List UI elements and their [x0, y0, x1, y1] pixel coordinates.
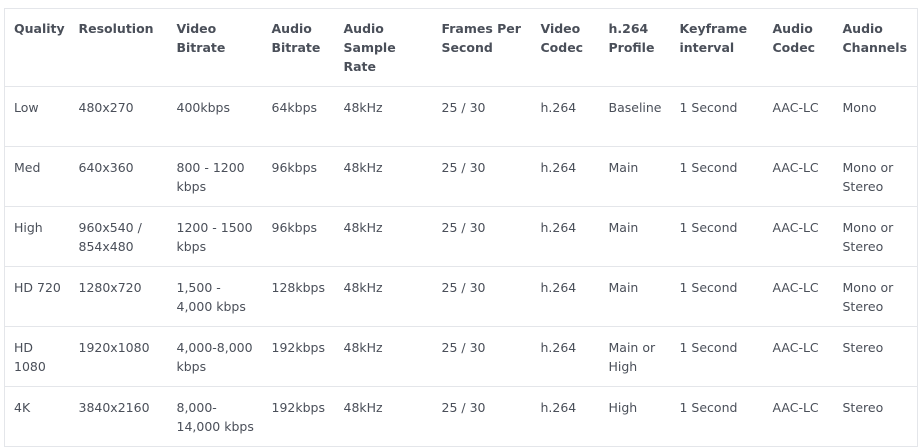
cell-audio-sample-rate: 48kHz: [334, 266, 433, 327]
cell-audio-bitrate: 96kbps: [262, 146, 335, 207]
cell-video-codec: h.264: [531, 146, 600, 207]
table-row: 4K 3840x2160 8,000- 14,000 kbps 192kbps 48kH…: [4, 386, 918, 447]
cell-frames-per-second: 25 / 30: [432, 386, 532, 447]
cell-quality: Med: [4, 146, 70, 207]
cell-h264-profile: Main or High: [599, 326, 671, 387]
cell-audio-channels: Mono or Stereo: [833, 206, 918, 267]
cell-video-bitrate: 8,000- 14,000 kbps: [167, 386, 263, 447]
column-header-video-bitrate: Video Bitrate: [167, 8, 263, 87]
cell-video-bitrate: 400kbps: [167, 86, 263, 147]
cell-audio-bitrate: 96kbps: [262, 206, 335, 267]
cell-keyframe-interval: 1 Second: [670, 206, 764, 267]
column-header-audio-codec: Audio Codec: [763, 8, 834, 87]
table-row: HD 1080 1920x1080 4,000-8,000 kbps 192kbps 4…: [4, 326, 918, 387]
column-header-frames-per-second: Frames Per Second: [432, 8, 532, 87]
cell-frames-per-second: 25 / 30: [432, 146, 532, 207]
cell-resolution: 960x540 / 854x480: [69, 206, 168, 267]
column-header-resolution: Resolution: [69, 8, 168, 87]
table-body: Low 480x270 400kbps 64kbps 48kHz 25 / 30 h.264…: [4, 86, 918, 447]
column-header-audio-channels: Audio Channels: [833, 8, 918, 87]
table-wrapper: Quality Resolution Video Bitrate Audio B…: [4, 8, 918, 447]
cell-audio-sample-rate: 48kHz: [334, 146, 433, 207]
cell-audio-bitrate: 192kbps: [262, 386, 335, 447]
cell-audio-bitrate: 64kbps: [262, 86, 335, 147]
cell-audio-codec: AAC-LC: [763, 266, 834, 327]
cell-resolution: 1920x1080: [69, 326, 168, 387]
cell-resolution: 3840x2160: [69, 386, 168, 447]
cell-h264-profile: Main: [599, 146, 671, 207]
cell-video-bitrate: 1,500 - 4,000 kbps: [167, 266, 263, 327]
cell-video-codec: h.264: [531, 326, 600, 387]
cell-audio-sample-rate: 48kHz: [334, 206, 433, 267]
header-row: Quality Resolution Video Bitrate Audio B…: [4, 8, 918, 87]
column-header-audio-bitrate: Audio Bitrate: [262, 8, 335, 87]
cell-video-codec: h.264: [531, 206, 600, 267]
cell-quality: HD 1080: [4, 326, 70, 387]
cell-video-codec: h.264: [531, 266, 600, 327]
cell-resolution: 640x360: [69, 146, 168, 207]
cell-quality: 4K: [4, 386, 70, 447]
cell-audio-bitrate: 128kbps: [262, 266, 335, 327]
cell-quality: Low: [4, 86, 70, 147]
cell-quality: High: [4, 206, 70, 267]
cell-keyframe-interval: 1 Second: [670, 146, 764, 207]
table-row: Low 480x270 400kbps 64kbps 48kHz 25 / 30 h.264…: [4, 86, 918, 147]
cell-frames-per-second: 25 / 30: [432, 266, 532, 327]
cell-resolution: 1280x720: [69, 266, 168, 327]
cell-audio-channels: Mono: [833, 86, 918, 147]
column-header-keyframe-interval: Keyframe interval: [670, 8, 764, 87]
cell-keyframe-interval: 1 Second: [670, 326, 764, 387]
cell-keyframe-interval: 1 Second: [670, 386, 764, 447]
cell-resolution: 480x270: [69, 86, 168, 147]
table-row: Med 640x360 800 - 1200 kbps 96kbps 48kHz 25 /…: [4, 146, 918, 207]
cell-audio-codec: AAC-LC: [763, 86, 834, 147]
column-header-quality: Quality: [4, 8, 70, 87]
cell-video-codec: h.264: [531, 86, 600, 147]
cell-frames-per-second: 25 / 30: [432, 206, 532, 267]
cell-h264-profile: Main: [599, 206, 671, 267]
cell-audio-sample-rate: 48kHz: [334, 386, 433, 447]
column-header-h264-profile: h.264 Profile: [599, 8, 671, 87]
column-header-audio-sample-rate: Audio Sample Rate: [334, 8, 433, 87]
cell-keyframe-interval: 1 Second: [670, 266, 764, 327]
cell-video-codec: h.264: [531, 386, 600, 447]
cell-h264-profile: Main: [599, 266, 671, 327]
cell-frames-per-second: 25 / 30: [432, 86, 532, 147]
cell-audio-channels: Stereo: [833, 326, 918, 387]
cell-audio-channels: Mono or Stereo: [833, 266, 918, 327]
cell-audio-sample-rate: 48kHz: [334, 86, 433, 147]
cell-video-bitrate: 800 - 1200 kbps: [167, 146, 263, 207]
cell-audio-codec: AAC-LC: [763, 146, 834, 207]
cell-audio-channels: Stereo: [833, 386, 918, 447]
cell-audio-sample-rate: 48kHz: [334, 326, 433, 387]
cell-audio-codec: AAC-LC: [763, 326, 834, 387]
cell-video-bitrate: 1200 - 1500 kbps: [167, 206, 263, 267]
cell-audio-codec: AAC-LC: [763, 206, 834, 267]
cell-audio-codec: AAC-LC: [763, 386, 834, 447]
table-row: High 960x540 / 854x480 1200 - 1500 kbps 96k…: [4, 206, 918, 267]
cell-audio-channels: Mono or Stereo: [833, 146, 918, 207]
cell-video-bitrate: 4,000-8,000 kbps: [167, 326, 263, 387]
column-header-video-codec: Video Codec: [531, 8, 600, 87]
table-header: Quality Resolution Video Bitrate Audio B…: [4, 8, 918, 87]
cell-h264-profile: High: [599, 386, 671, 447]
cell-frames-per-second: 25 / 30: [432, 326, 532, 387]
cell-h264-profile: Baseline: [599, 86, 671, 147]
table-row: HD 720 1280x720 1,500 - 4,000 kbps 128kbps 4…: [4, 266, 918, 327]
encoding-settings-table: Quality Resolution Video Bitrate Audio B…: [4, 8, 918, 447]
cell-quality: HD 720: [4, 266, 70, 327]
cell-keyframe-interval: 1 Second: [670, 86, 764, 147]
cell-audio-bitrate: 192kbps: [262, 326, 335, 387]
